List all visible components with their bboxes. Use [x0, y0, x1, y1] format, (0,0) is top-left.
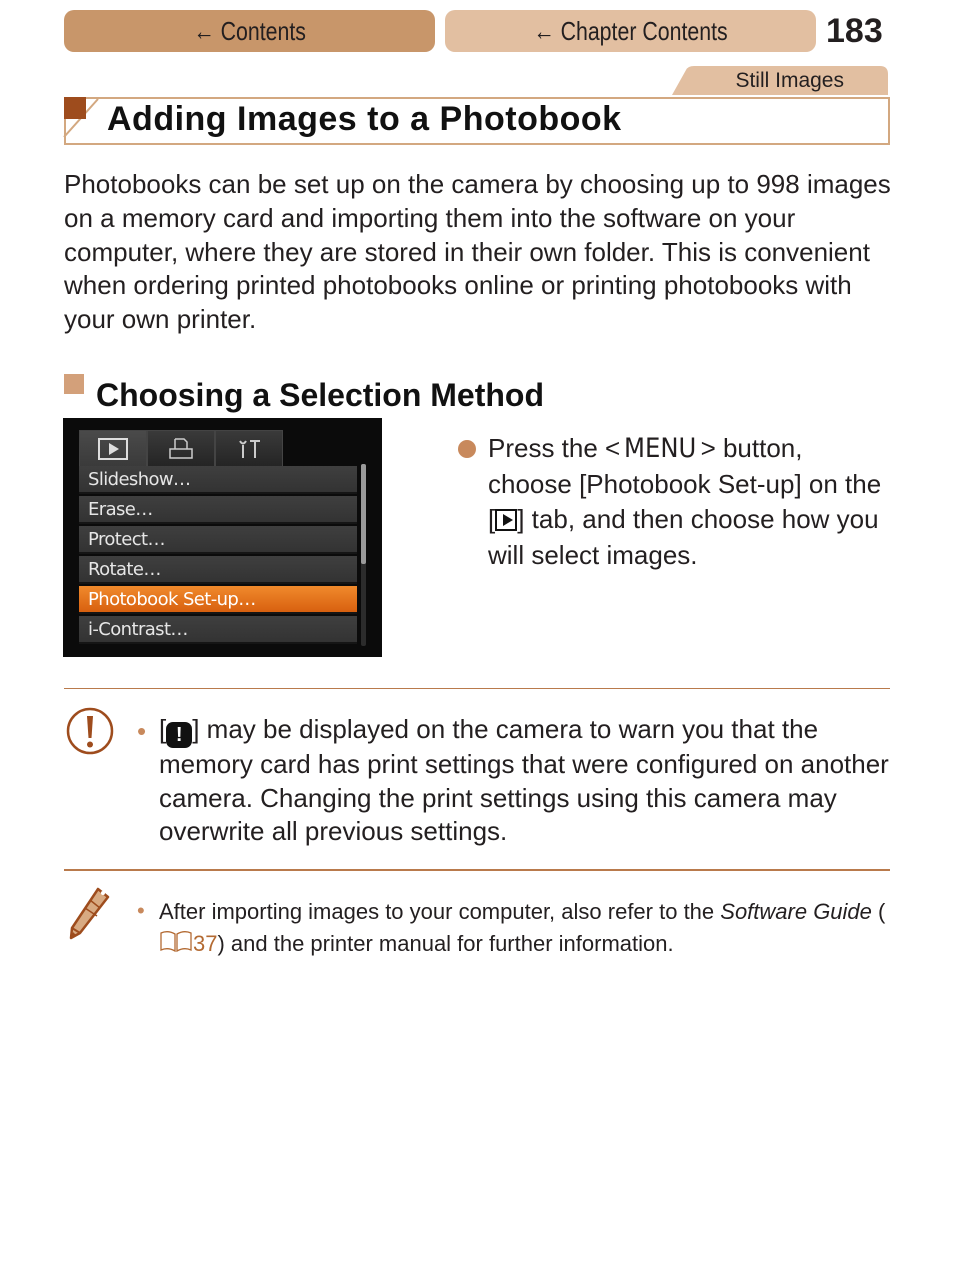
chapter-contents-button[interactable]: ← Chapter Contents: [445, 10, 816, 52]
menu-button-glyph: MENU: [624, 433, 697, 464]
playback-tab-icon: [495, 509, 518, 531]
pencil-note-icon: [69, 887, 110, 940]
note-text-part: (: [871, 899, 886, 924]
settings-icon: [239, 440, 260, 458]
chapter-contents-button-label: ← Chapter Contents: [533, 15, 728, 46]
camera-menu-item: Slideshow…: [79, 466, 357, 494]
camera-menu-item: Erase…: [79, 496, 357, 524]
step-instruction: Press the < MENU > button, choose [Photobo…: [488, 431, 888, 573]
print-icon: [169, 438, 193, 459]
software-guide-title: Software Guide: [720, 899, 872, 924]
note-text-part: ) and the printer manual for further inf…: [217, 931, 674, 956]
camera-menu-item: i-Contrast…: [79, 616, 357, 644]
camera-menu-item-selected: Photobook Set-up…: [79, 586, 357, 614]
book-reference-icon: [160, 931, 192, 953]
print-settings-warning-icon: !: [166, 722, 193, 748]
camera-scrollbar: [361, 464, 366, 646]
step-text-part: Press the <: [488, 433, 621, 463]
contents-button-label: ← Contents: [193, 15, 306, 46]
section-tab: Still Images: [672, 66, 888, 95]
intro-paragraph: Photobooks can be set up on the camera b…: [64, 169, 891, 335]
camera-tab-print: [147, 430, 215, 467]
subsection-square-icon: [64, 374, 84, 394]
camera-menu-item-label: Slideshow…: [88, 469, 191, 490]
caution-bottom-divider: [64, 869, 890, 871]
caution-text-part: ] may be displayed on the camera to warn…: [159, 714, 889, 847]
camera-menu-item-label: Rotate…: [88, 559, 161, 580]
step-bullet-icon: [458, 440, 476, 458]
page-number: 183: [826, 12, 883, 50]
page-title: Adding Images to a Photobook: [107, 100, 622, 138]
camera-menu-item-label: i-Contrast…: [88, 619, 188, 640]
camera-tab-settings: [215, 430, 283, 467]
camera-menu-item-label: Protect…: [88, 529, 165, 550]
contents-button[interactable]: ← Contents: [64, 10, 435, 52]
note-text: After importing images to your computer,…: [159, 896, 889, 960]
camera-tab-playback: [79, 430, 147, 467]
title-square-icon: [64, 97, 86, 119]
subsection-title: Choosing a Selection Method: [96, 377, 545, 413]
note-bullet: •: [137, 898, 145, 923]
note-text-part: After importing images to your computer,…: [159, 899, 721, 924]
caution-text-part: [: [159, 714, 167, 744]
camera-menu-item: Protect…: [79, 526, 357, 554]
camera-menu-item: Rotate…: [79, 556, 357, 584]
camera-scrollbar-thumb: [361, 464, 366, 564]
caution-icon: [66, 707, 114, 755]
caution-top-divider: [64, 688, 890, 689]
step-text-part: ] tab, and then choose how you will sele…: [488, 504, 879, 570]
playback-icon: [98, 438, 128, 460]
caution-text: [!] may be displayed on the camera to wa…: [159, 713, 889, 849]
section-tab-label: Still Images: [735, 69, 844, 92]
caution-bullet: •: [137, 716, 147, 746]
camera-menu-item-label: Photobook Set-up…: [88, 589, 256, 610]
page-reference-link[interactable]: 37: [193, 931, 217, 956]
camera-screen-image: Slideshow… Erase… Protect… Rotate… Photo…: [63, 418, 382, 657]
camera-menu-item-label: Erase…: [88, 499, 153, 520]
